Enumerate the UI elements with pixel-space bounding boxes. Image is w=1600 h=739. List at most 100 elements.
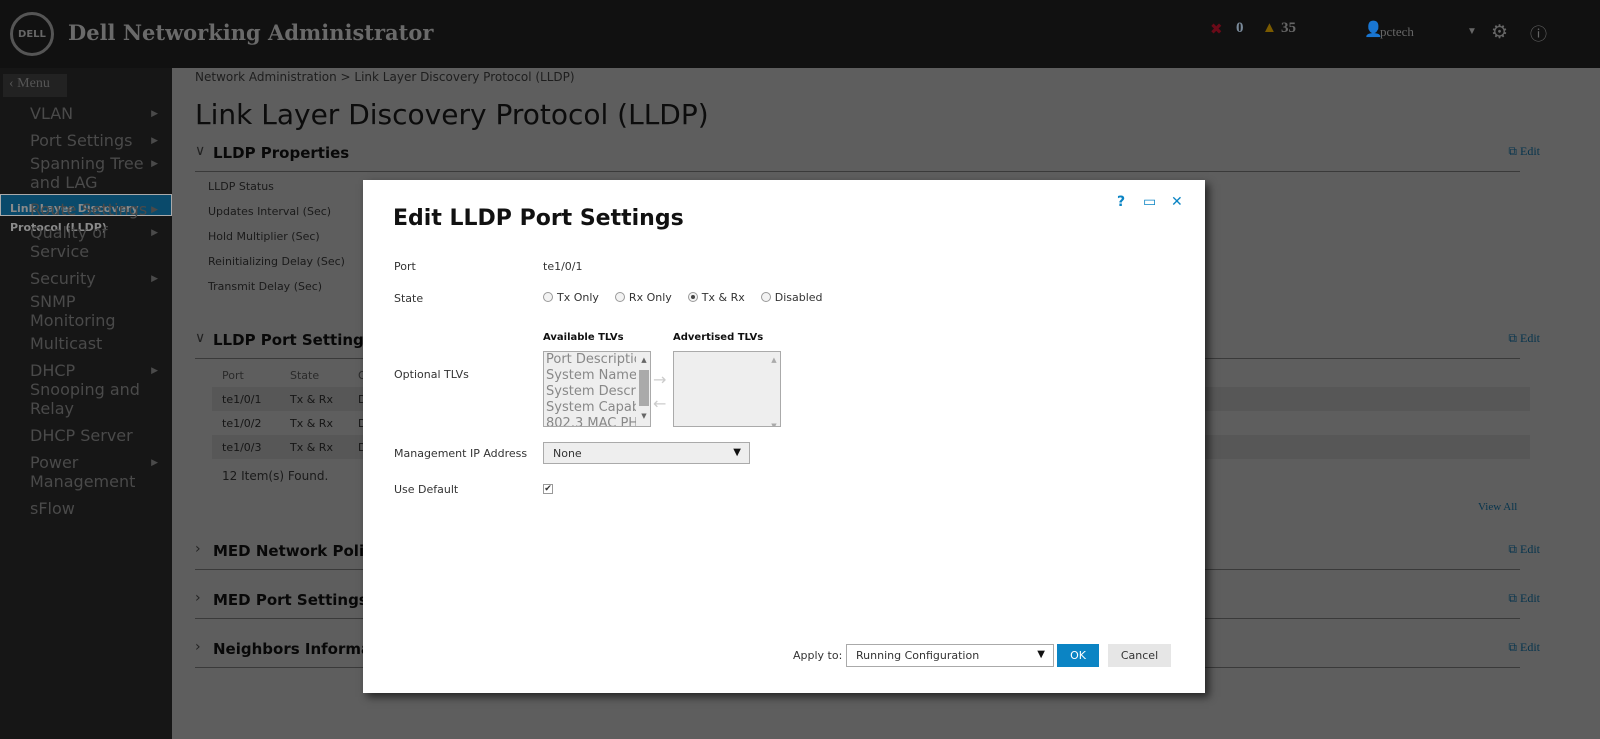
edit-label: Edit xyxy=(1520,542,1540,556)
sidebar-item[interactable]: Security ▶ xyxy=(0,267,172,290)
sidebar-item[interactable]: SNMP Monitoring xyxy=(0,290,172,332)
radio-label: Tx Only xyxy=(557,291,599,304)
sidebar-item[interactable]: Spanning Tree and LAG ▶ xyxy=(0,152,172,194)
sidebar-item[interactable]: Quality of Service ▶ xyxy=(0,221,172,263)
edit-label: Edit xyxy=(1520,640,1540,654)
advertised-tlvs-list[interactable]: ▲ ▼ xyxy=(673,351,781,427)
property-label: Updates Interval (Sec) xyxy=(208,205,332,218)
cancel-button[interactable]: Cancel xyxy=(1108,644,1171,667)
chevron-down-icon: ∨ xyxy=(195,330,206,346)
port-value: te1/0/1 xyxy=(543,260,583,273)
available-tlvs-list[interactable]: Port Description System Name System Descri… xyxy=(543,351,651,427)
menu-toggle-button[interactable]: ‹ Menu xyxy=(3,74,67,97)
user-name[interactable]: pctech xyxy=(1380,24,1414,40)
maximize-icon[interactable]: ▭ xyxy=(1143,194,1156,210)
edit-label: Edit xyxy=(1520,331,1540,345)
scrollbar[interactable]: ▲ ▼ xyxy=(766,352,780,426)
column-header: State xyxy=(290,369,320,382)
warning-icon[interactable]: ▲ xyxy=(1262,20,1277,37)
sidebar-item[interactable]: Route Settings ▶ xyxy=(0,198,172,221)
add-arrow-icon[interactable]: → xyxy=(653,370,666,389)
edit-label: Edit xyxy=(1520,144,1540,158)
user-dropdown-icon[interactable]: ▼ xyxy=(1467,26,1477,37)
warning-count[interactable]: 35 xyxy=(1281,20,1296,37)
edit-link[interactable]: ⧉ Edit xyxy=(1508,591,1540,606)
sidebar-item[interactable]: Power Management ▶ xyxy=(0,451,172,493)
view-all-link[interactable]: View All xyxy=(1478,501,1517,513)
sidebar-item-label: Security xyxy=(30,269,96,288)
remove-arrow-icon[interactable]: ← xyxy=(653,394,666,413)
state-radio[interactable]: Disabled xyxy=(760,291,823,304)
edit-link[interactable]: ⧉ Edit xyxy=(1508,542,1540,557)
sidebar-item-label: Port Settings xyxy=(30,131,133,150)
sidebar-item[interactable]: Port Settings ▶ xyxy=(0,129,172,152)
chevron-right-icon: › xyxy=(195,590,201,606)
tlv-option[interactable]: System Descrip xyxy=(544,384,650,400)
chevron-right-icon: ▶ xyxy=(151,228,158,238)
sidebar-item[interactable]: VLAN ▶ xyxy=(0,102,172,125)
sidebar-item[interactable]: sFlow xyxy=(0,497,172,520)
section-lldp-properties[interactable]: ∨ LLDP Properties ⧉ Edit xyxy=(195,138,1540,172)
chevron-down-icon: ∨ xyxy=(195,143,206,159)
tlv-option[interactable]: System Capabil xyxy=(544,400,650,416)
sidebar-item[interactable]: DHCP Snooping and Relay ▶ xyxy=(0,359,172,420)
items-found: 12 Item(s) Found. xyxy=(222,469,329,483)
management-ip-label: Management IP Address xyxy=(394,447,528,460)
edit-port-settings-link[interactable]: ⧉ Edit xyxy=(1508,331,1540,346)
sidebar-item-label: Route Settings xyxy=(30,200,148,219)
cell: te1/0/1 xyxy=(222,393,262,406)
radio-icon[interactable] xyxy=(543,292,553,302)
radio-icon[interactable] xyxy=(614,292,625,302)
page-title: Link Layer Discovery Protocol (LLDP) xyxy=(195,98,709,131)
state-radio[interactable]: Rx Only xyxy=(614,291,672,304)
edit-properties-link[interactable]: ⧉ Edit xyxy=(1508,144,1540,159)
state-radio[interactable]: Tx Only xyxy=(543,291,599,304)
scrollbar[interactable]: ▲ ▼ xyxy=(636,352,650,426)
chevron-right-icon: ▶ xyxy=(151,159,158,169)
edit-label: Edit xyxy=(1520,591,1540,605)
sidebar-item-label: Multicast xyxy=(30,334,103,353)
info-icon[interactable]: ⓘ xyxy=(1530,20,1547,45)
sidebar-item[interactable]: DHCP Server xyxy=(0,424,172,447)
property-label: Hold Multiplier (Sec) xyxy=(208,230,320,243)
chevron-right-icon: ▶ xyxy=(151,205,158,215)
chevron-right-icon: ▶ xyxy=(151,458,158,468)
cell: Tx & Rx xyxy=(290,417,333,430)
section-title: LLDP Properties xyxy=(213,144,350,162)
tlv-option[interactable]: Port Description xyxy=(544,352,650,368)
apply-to-select[interactable]: Running Configuration ▼ xyxy=(846,644,1054,667)
state-radio-group: Tx Only Rx Only Tx & Rx Disabled xyxy=(543,291,839,304)
selected-value: Running Configuration xyxy=(856,649,980,662)
dell-logo: DELL xyxy=(10,12,54,56)
chevron-right-icon: ▶ xyxy=(151,366,158,376)
optional-tlvs-label: Optional TLVs xyxy=(394,368,469,381)
sidebar: ‹ Menu VLAN ▶ Port Settings ▶ Spanning Tree … xyxy=(0,68,172,739)
sidebar-item-label: sFlow xyxy=(30,499,75,518)
app-title: Dell Networking Administrator xyxy=(68,20,434,45)
radio-icon[interactable] xyxy=(760,292,771,302)
help-icon[interactable]: ? xyxy=(1117,194,1125,210)
cell: te1/0/3 xyxy=(222,441,262,454)
app-header: DELL Dell Networking Administrator ✖ 0 ▲… xyxy=(0,0,1600,68)
radio-icon[interactable] xyxy=(687,292,698,302)
tlv-option[interactable]: System Name xyxy=(544,368,650,384)
management-ip-select[interactable]: None ▼ xyxy=(543,442,750,464)
gear-icon[interactable]: ⚙ xyxy=(1491,21,1508,44)
ok-button[interactable]: OK xyxy=(1057,644,1099,667)
tlv-option[interactable]: 802.3 MAC PHY xyxy=(544,416,650,426)
sidebar-item[interactable]: Multicast xyxy=(0,332,172,355)
menu-label: Menu xyxy=(17,76,50,91)
sidebar-item-label: DHCP Snooping and Relay xyxy=(30,361,140,418)
chevron-right-icon: › xyxy=(195,541,201,557)
edit-lldp-port-dialog: Edit LLDP Port Settings ? ▭ ✕ Port te1/0… xyxy=(363,180,1205,693)
chevron-right-icon: › xyxy=(195,639,201,655)
error-icon[interactable]: ✖ xyxy=(1210,20,1223,39)
section-title: LLDP Port Settings xyxy=(213,331,373,349)
edit-link[interactable]: ⧉ Edit xyxy=(1508,640,1540,655)
use-default-checkbox[interactable]: ✔ xyxy=(543,484,553,494)
state-radio[interactable]: Tx & Rx xyxy=(687,291,745,304)
close-icon[interactable]: ✕ xyxy=(1171,194,1183,210)
cell: te1/0/2 xyxy=(222,417,262,430)
error-count[interactable]: 0 xyxy=(1236,20,1244,37)
chevron-left-icon: ‹ xyxy=(9,76,18,91)
